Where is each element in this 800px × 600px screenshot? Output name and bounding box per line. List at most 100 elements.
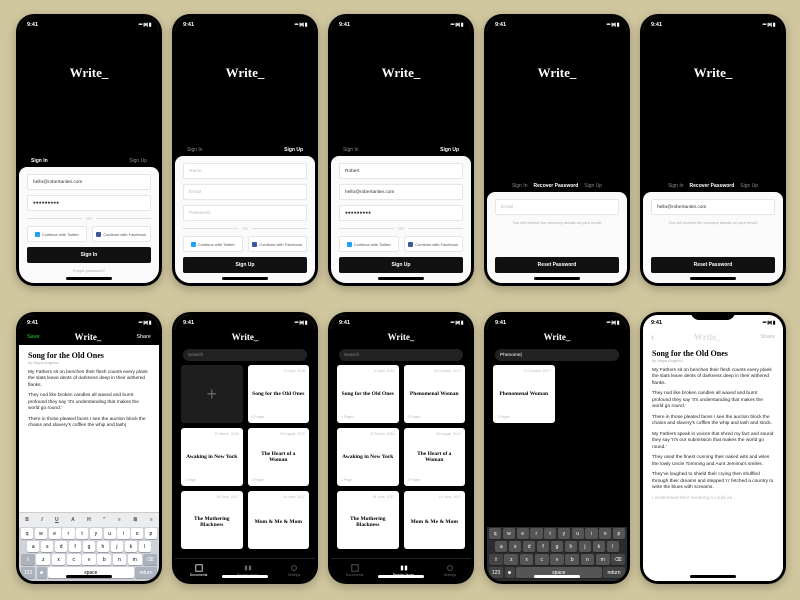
key-l[interactable]: l	[607, 541, 619, 552]
key-c[interactable]: c	[67, 554, 81, 565]
tab-settings[interactable]: Settings	[444, 564, 457, 577]
continue-facebook-button[interactable]: Continue with Facebook	[248, 236, 308, 252]
key-⇧[interactable]: ⇧	[489, 554, 503, 565]
new-document-button[interactable]: +	[181, 365, 243, 423]
bold-button[interactable]: B	[25, 517, 29, 523]
password-field[interactable]: ●●●●●●●●●	[27, 195, 151, 211]
key-u[interactable]: u	[104, 528, 116, 539]
tab-signup[interactable]: Sign Up	[584, 180, 602, 192]
key-emoji[interactable]: ☻	[37, 567, 47, 578]
key-m[interactable]: m	[596, 554, 610, 565]
key-a[interactable]: a	[495, 541, 507, 552]
key-n[interactable]: n	[113, 554, 127, 565]
tab-recover[interactable]: Recover Password	[690, 180, 735, 192]
key-p[interactable]: p	[145, 528, 157, 539]
align-center-button[interactable]: ≣	[133, 517, 137, 523]
key-b[interactable]: b	[97, 554, 111, 565]
document-body[interactable]: Song for the Old Ones by Maya Angelou My…	[19, 345, 159, 512]
doc-card[interactable]: 03 August, 2017The Heart of a Woman3 Pag…	[248, 428, 310, 486]
tab-signin[interactable]: Sign In	[31, 155, 48, 167]
email-field[interactable]: Email	[495, 199, 619, 215]
key-h[interactable]: h	[97, 541, 109, 552]
tab-settings[interactable]: Settings	[288, 564, 301, 577]
save-button[interactable]: Save	[27, 334, 40, 340]
doc-card[interactable]: 20 March, 2018Awaking in New York1 Page	[337, 428, 399, 486]
key-q[interactable]: q	[21, 528, 33, 539]
continue-twitter-button[interactable]: Continue with Twitter	[183, 236, 243, 252]
key-w[interactable]: w	[503, 528, 515, 539]
doc-card[interactable]: 15 June, 2017The Mothering Blackness	[181, 491, 243, 549]
key-g[interactable]: g	[83, 541, 95, 552]
key-n[interactable]: n	[581, 554, 595, 565]
tab-signup[interactable]: Sign Up	[284, 144, 303, 156]
forgot-password-link[interactable]: Forgot password?	[27, 268, 151, 273]
key-a[interactable]: a	[27, 541, 39, 552]
key-⌫[interactable]: ⌫	[611, 554, 625, 565]
tab-recover[interactable]: Recover Password	[534, 180, 579, 192]
key-z[interactable]: z	[504, 554, 518, 565]
share-button[interactable]: Share	[760, 334, 775, 340]
signup-button[interactable]: Sign Up	[339, 257, 463, 273]
key-y[interactable]: y	[558, 528, 570, 539]
key-i[interactable]: i	[585, 528, 597, 539]
key-v[interactable]: v	[82, 554, 96, 565]
search-input[interactable]: Search	[183, 349, 307, 361]
key-p[interactable]: p	[613, 528, 625, 539]
key-123[interactable]: 123	[21, 567, 35, 578]
signin-button[interactable]: Sign In	[27, 247, 151, 263]
key-s[interactable]: s	[41, 541, 53, 552]
back-button[interactable]: ‹	[651, 332, 654, 343]
key-g[interactable]: g	[551, 541, 563, 552]
heading-button[interactable]: H	[87, 517, 91, 523]
key-v[interactable]: v	[550, 554, 564, 565]
key-k[interactable]: k	[125, 541, 137, 552]
key-emoji[interactable]: ☻	[505, 567, 515, 578]
share-button[interactable]: Share	[136, 334, 151, 340]
tab-signup[interactable]: Sign Up	[440, 144, 459, 156]
key-w[interactable]: w	[35, 528, 47, 539]
key-c[interactable]: c	[535, 554, 549, 565]
tab-signup[interactable]: Sign Up	[740, 180, 758, 192]
key-x[interactable]: x	[520, 554, 534, 565]
search-input[interactable]: Phenome|	[495, 349, 619, 361]
tab-signin[interactable]: Sign In	[343, 144, 359, 156]
key-l[interactable]: l	[139, 541, 151, 552]
continue-facebook-button[interactable]: Continue with Facebook	[92, 226, 152, 242]
name-field[interactable]: Robert	[339, 163, 463, 179]
key-d[interactable]: d	[55, 541, 67, 552]
doc-card[interactable]: 10 April, 2018Song for the Old Ones4 Pag…	[337, 365, 399, 423]
continue-twitter-button[interactable]: Continue with Twitter	[27, 226, 87, 242]
key-return[interactable]: return	[603, 567, 625, 578]
tab-documents[interactable]: Documents	[190, 564, 208, 577]
reader-body[interactable]: Song for the Old Ones by Maya Angelou My…	[643, 345, 783, 581]
key-f[interactable]: f	[69, 541, 81, 552]
key-d[interactable]: d	[523, 541, 535, 552]
password-field[interactable]: ●●●●●●●●●	[339, 205, 463, 221]
reset-password-button[interactable]: Reset Password	[495, 257, 619, 273]
align-left-button[interactable]: ≡	[118, 517, 121, 523]
key-o[interactable]: o	[131, 528, 143, 539]
key-j[interactable]: j	[579, 541, 591, 552]
key-t[interactable]: t	[544, 528, 556, 539]
tab-signup[interactable]: Sign Up	[129, 155, 147, 167]
underline-button[interactable]: U	[55, 517, 59, 523]
quote-button[interactable]: "	[103, 517, 105, 523]
key-123[interactable]: 123	[489, 567, 503, 578]
email-field[interactable]: hello@robertanitei.com	[651, 199, 775, 215]
key-o[interactable]: o	[599, 528, 611, 539]
signup-button[interactable]: Sign Up	[183, 257, 307, 273]
key-j[interactable]: j	[111, 541, 123, 552]
align-right-button[interactable]: ≡	[150, 517, 153, 523]
key-k[interactable]: k	[593, 541, 605, 552]
doc-card[interactable]: 20 March, 2018Awaking in New York1 Page	[181, 428, 243, 486]
key-u[interactable]: u	[572, 528, 584, 539]
name-field[interactable]: Name	[183, 163, 307, 179]
tab-signin[interactable]: Sign In	[668, 180, 684, 192]
continue-twitter-button[interactable]: Continue with Twitter	[339, 236, 399, 252]
font-button[interactable]: A	[71, 517, 75, 523]
key-i[interactable]: i	[117, 528, 129, 539]
key-x[interactable]: x	[52, 554, 66, 565]
key-e[interactable]: e	[517, 528, 529, 539]
key-h[interactable]: h	[565, 541, 577, 552]
email-field[interactable]: hello@robertanitei.com	[27, 174, 151, 190]
